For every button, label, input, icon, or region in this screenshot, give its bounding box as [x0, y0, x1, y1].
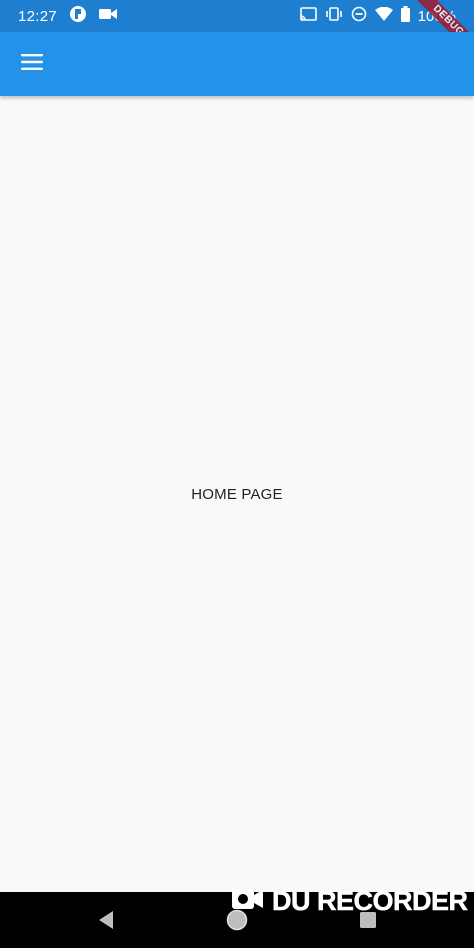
do-not-disturb-icon — [351, 6, 367, 26]
watermark-text: DU RECORDER — [272, 885, 469, 916]
cast-icon — [299, 7, 317, 25]
page-body: HOME PAGE — [0, 96, 474, 892]
menu-button[interactable] — [12, 44, 52, 84]
app-bar — [0, 32, 474, 96]
app-notification-icon — [69, 5, 87, 27]
battery-icon — [400, 6, 410, 26]
recorder-watermark: DU RECORDER — [232, 884, 468, 918]
menu-icon — [21, 53, 43, 75]
video-camera-icon — [232, 886, 264, 917]
back-button[interactable] — [94, 910, 118, 934]
status-bar: 12:27 DEBUG — [0, 0, 474, 69]
vibrate-icon — [325, 7, 343, 25]
page-title: HOME PAGE — [191, 485, 283, 503]
status-time: 12:27 — [18, 7, 58, 25]
app-screen: 12:27 DEBUG HOME PAGE DU RECORDER — [0, 0, 474, 948]
status-left: 12:27 — [0, 5, 118, 27]
video-camera-icon — [99, 7, 118, 25]
back-icon — [97, 910, 115, 935]
wifi-icon — [374, 6, 393, 25]
